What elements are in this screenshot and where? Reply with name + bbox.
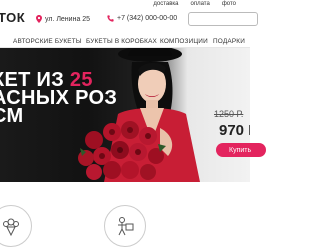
location-pin-icon (36, 15, 42, 23)
site-logo[interactable]: ТОК (0, 10, 25, 25)
nav-item-box-bouquets[interactable]: БУКЕТЫ В КОРОБКАХ (86, 38, 157, 45)
phone-text[interactable]: +7 (342) 000-00-00 (117, 15, 177, 22)
store-phone[interactable]: +7 (342) 000-00-00 (107, 15, 177, 22)
category-nav: АВТОРСКИЕ БУКЕТЫ БУКЕТЫ В КОРОБКАХ КОМПО… (0, 38, 250, 48)
top-link-delivery[interactable]: доставка (153, 1, 178, 7)
courier-icon (118, 217, 134, 236)
new-price: 970 Р (219, 122, 250, 139)
search-input[interactable] (188, 12, 258, 26)
nav-item-gifts[interactable]: ПОДАРКИ (213, 38, 245, 45)
nav-item-compositions[interactable]: КОМПОЗИЦИИ (160, 38, 208, 45)
bouquet-icon (3, 218, 19, 237)
hero-banner: КЕТ ИЗ 25 АСНЫХ РОЗ СМ 1250 Р. 970 Р (0, 48, 250, 182)
top-link-payment[interactable]: оплата (191, 1, 210, 7)
benefit-bouquet (0, 205, 32, 247)
hero-headline: КЕТ ИЗ 25 АСНЫХ РОЗ СМ (0, 70, 117, 127)
store-address: ул. Ленина 25 (36, 15, 90, 23)
buy-button[interactable]: Купить (216, 143, 266, 157)
top-link-photo[interactable]: фото (222, 1, 236, 7)
address-text: ул. Ленина 25 (45, 15, 91, 23)
rose-bouquet (78, 121, 166, 180)
phone-icon (107, 15, 114, 22)
benefit-courier (104, 205, 146, 247)
headline-line-3: СМ (0, 105, 24, 127)
site-header: ТОК доставка оплата фото ул. Ленина 25 +… (0, 0, 258, 38)
top-links: доставка оплата фото (153, 1, 236, 7)
hat-crown (128, 48, 172, 56)
old-price: 1250 Р. (214, 109, 244, 119)
nav-item-author-bouquets[interactable]: АВТОРСКИЕ БУКЕТЫ (13, 38, 82, 45)
